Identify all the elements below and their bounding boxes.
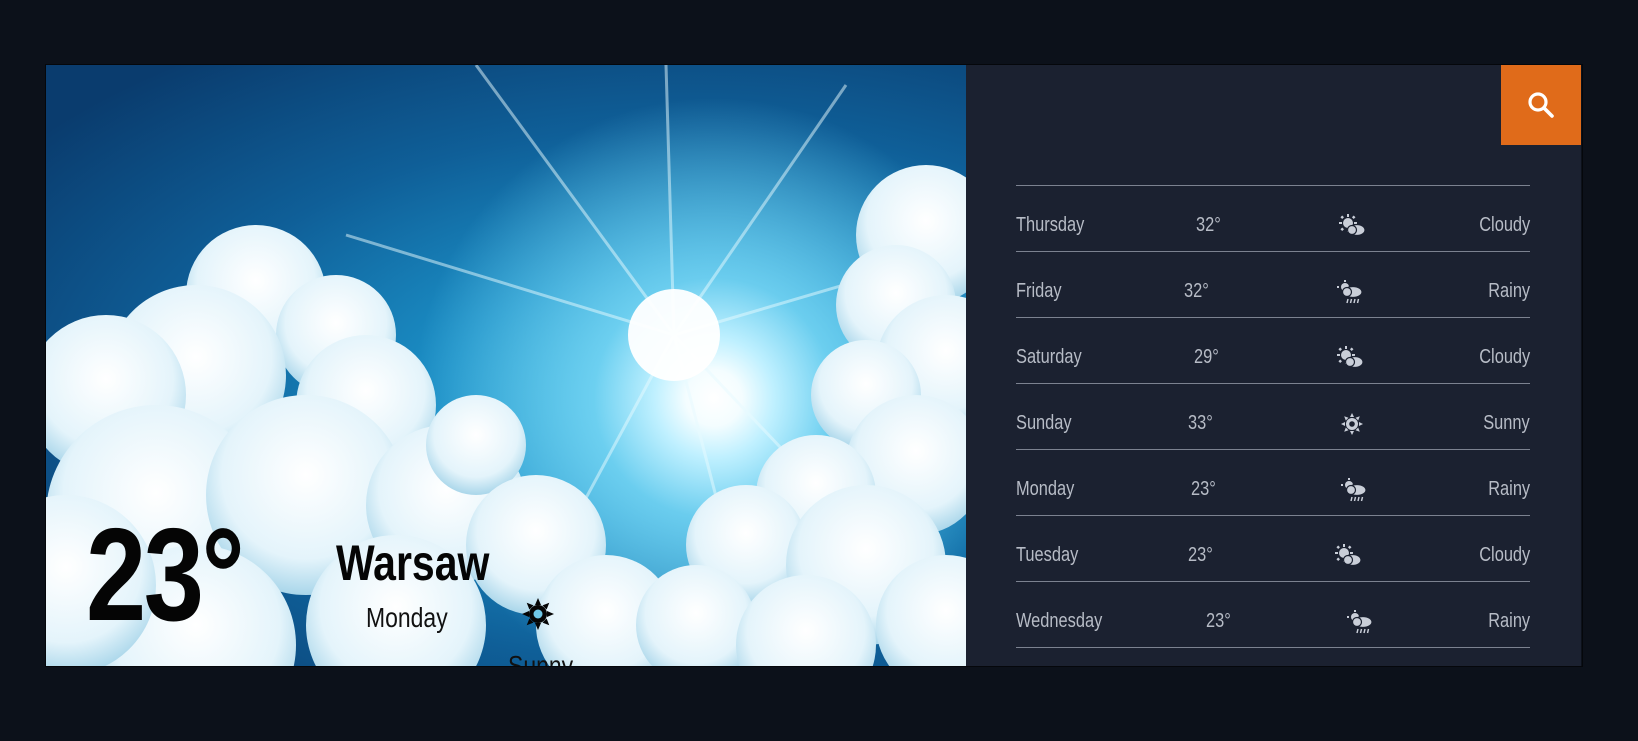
forecast-temp: 23° (1188, 544, 1213, 566)
hero-sky-image: 23° Warsaw Monday Sunny (46, 65, 966, 666)
forecast-day: Wednesday (1016, 610, 1103, 632)
forecast-list: Thursday 32° Cloudy Friday 32° Rainy Saturday 2… (1016, 185, 1530, 648)
forecast-day: Tuesday (1016, 544, 1079, 566)
rain-cloud-icon (1340, 478, 1368, 502)
forecast-condition: Cloudy (1478, 214, 1530, 236)
forecast-row-saturday: Saturday 29° Cloudy (1016, 318, 1530, 384)
forecast-condition: Cloudy (1478, 346, 1530, 368)
forecast-day: Thursday (1016, 214, 1085, 236)
search-button[interactable] (1501, 65, 1581, 145)
sun-icon (1338, 412, 1366, 436)
forecast-temp: 29° (1194, 346, 1219, 368)
forecast-condition: Rainy (1488, 280, 1530, 302)
current-condition: Sunny (508, 650, 574, 666)
forecast-temp: 32° (1196, 214, 1221, 236)
forecast-condition: Rainy (1488, 478, 1530, 500)
forecast-temp: 23° (1206, 610, 1231, 632)
forecast-condition: Cloudy (1478, 544, 1530, 566)
forecast-temp: 23° (1191, 478, 1216, 500)
weather-widget: 23° Warsaw Monday Sunny Thursday 32° Clo… (45, 64, 1583, 667)
forecast-temp: 32° (1184, 280, 1209, 302)
forecast-row-thursday: Thursday 32° Cloudy (1016, 186, 1530, 252)
sun-icon (522, 598, 554, 630)
forecast-temp: 33° (1188, 412, 1213, 434)
forecast-row-tuesday: Tuesday 23° Cloudy (1016, 516, 1530, 582)
forecast-day: Friday (1016, 280, 1062, 302)
forecast-condition: Sunny (1483, 412, 1530, 434)
forecast-day: Sunday (1016, 412, 1072, 434)
partly-cloudy-icon (1338, 214, 1366, 238)
city-name: Warsaw (336, 535, 490, 591)
forecast-row-wednesday: Wednesday 23° Rainy (1016, 582, 1530, 648)
current-day: Monday (366, 602, 448, 633)
partly-cloudy-icon (1334, 544, 1362, 568)
partly-cloudy-icon (1336, 346, 1364, 370)
current-temperature: 23° (86, 501, 245, 648)
rain-cloud-icon (1336, 280, 1364, 304)
search-icon (1528, 92, 1554, 118)
forecast-row-sunday: Sunday 33° Sunny (1016, 384, 1530, 450)
forecast-condition: Rainy (1488, 610, 1530, 632)
forecast-row-monday: Monday 23° Rainy (1016, 450, 1530, 516)
forecast-panel: Thursday 32° Cloudy Friday 32° Rainy Saturday 2… (966, 65, 1581, 666)
forecast-row-friday: Friday 32° Rainy (1016, 252, 1530, 318)
forecast-day: Monday (1016, 478, 1075, 500)
forecast-day: Saturday (1016, 346, 1082, 368)
rain-cloud-icon (1346, 610, 1374, 634)
